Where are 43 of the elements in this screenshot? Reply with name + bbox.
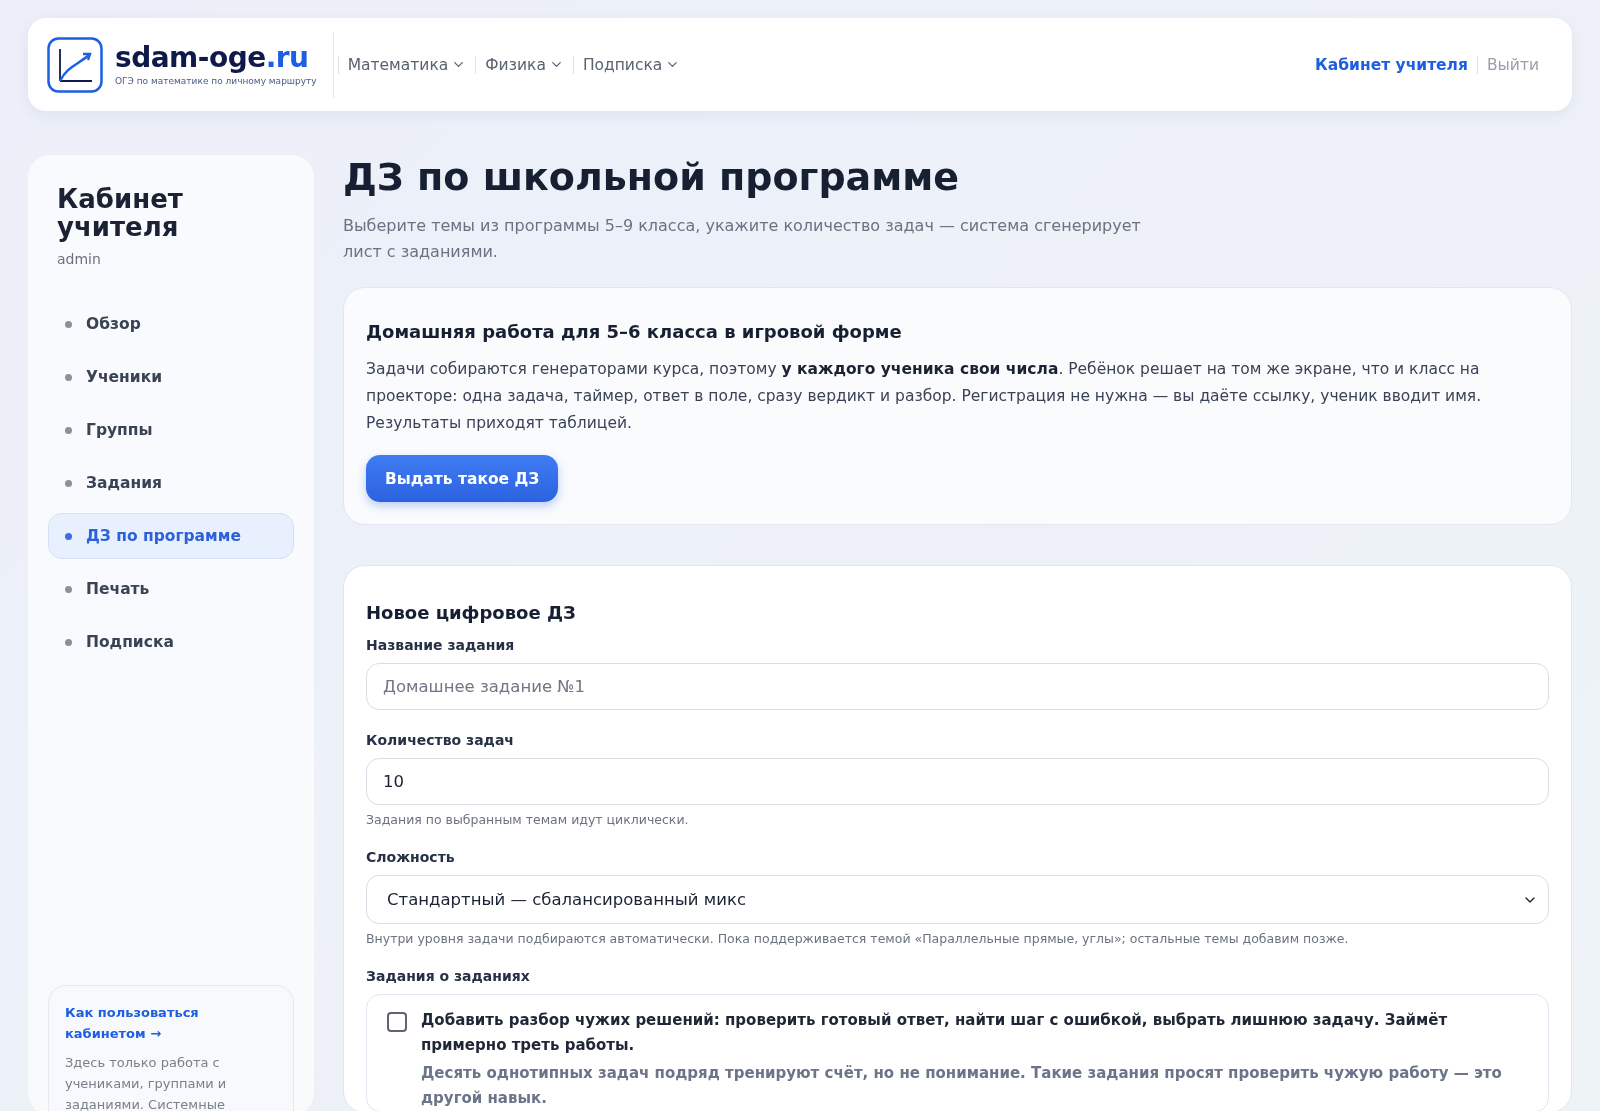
site-tagline: ОГЭ по математике по личному маршруту: [115, 75, 317, 86]
bullet-icon: [65, 373, 72, 381]
nav-menu-link[interactable]: Физика: [475, 55, 573, 74]
help-link[interactable]: Как пользоваться кабинетом →: [65, 1002, 277, 1044]
field-label: Количество задач: [366, 732, 515, 748]
bullet-icon: [65, 320, 72, 328]
sidebar-item[interactable]: Группы: [48, 407, 294, 453]
assign-button[interactable]: Выдать такое ДЗ: [366, 455, 559, 502]
sidebar-title: Кабинет учителя: [56, 185, 184, 241]
nav-menu-link[interactable]: Подписка: [572, 55, 690, 74]
page-title: ДЗ по школьной программе: [343, 155, 961, 199]
bullet-icon: [65, 638, 72, 646]
field-label: Название задания: [366, 637, 516, 653]
site-logo-text[interactable]: sdam-oge.ru: [115, 43, 317, 72]
user-name: admin: [57, 251, 102, 267]
sidebar-item[interactable]: Обзор: [48, 301, 294, 347]
sidebar-item[interactable]: ДЗ по программе: [48, 513, 294, 559]
difficulty-select[interactable]: Стандартный — сбалансированный микс: [366, 875, 1549, 924]
promo-title: Домашняя работа для 5–6 класса в игровой форме: [366, 321, 903, 342]
field-hint: Задания по выбранным темам идут циклически.: [366, 812, 690, 827]
input-field[interactable]: 10: [366, 758, 1549, 805]
sidebar-item[interactable]: Подписка: [48, 619, 294, 665]
chart-logo-icon: [47, 36, 103, 93]
page-subtitle: Выберите темы из программы 5–9 класса, укажите количество задач — система сгенерирует лист с заданиями.: [343, 215, 1142, 263]
checkbox[interactable]: [387, 1012, 407, 1032]
input-field[interactable]: Домашнее задание №1: [366, 663, 1549, 710]
field-label: Сложность: [366, 849, 456, 865]
cabinet-link[interactable]: Кабинет учителя: [1306, 55, 1477, 74]
nav-menu-link[interactable]: Математика: [337, 55, 476, 74]
bullet-icon: [65, 532, 72, 540]
sidebar-item[interactable]: Задания: [48, 460, 294, 506]
option-label: Добавить разбор чужих решений: проверить готовый ответ, найти шаг с ошибкой, выбрать лишнюю задачу. Займёт примерно треть работы.: [421, 1010, 1449, 1056]
section-label: Задания о заданиях: [366, 968, 531, 984]
form-title: Новое цифровое ДЗ: [366, 602, 577, 623]
option-description: Десять однотипных задач подряд тренируют счёт, но не понимание. Такие задания просят проверить чужую работу — это другой навык.: [421, 1063, 1503, 1109]
bullet-icon: [65, 426, 72, 434]
field-hint: Внутри уровня задачи подбираются автоматически. Пока поддерживается темой «Параллельные прямые, углы»; остальные темы добавим позже.: [366, 931, 1350, 946]
bullet-icon: [65, 479, 72, 487]
help-text: Здесь только работа с учениками, группами и заданиями. Системные: [65, 1054, 228, 1111]
bullet-icon: [65, 585, 72, 593]
sidebar-item[interactable]: Печать: [48, 566, 294, 612]
promo-text: Задачи собираются генераторами курса, поэтому у каждого ученика свои числа. Ребёнок решает на том же экране, что и класс на проекторе: одна задача, таймер, ответ в поле, сразу вердикт и разбор. Регистрация не нужна — вы даёте ссылку, ученик вводит имя. Результаты приходят таблицей.: [366, 359, 1483, 434]
sidebar-item[interactable]: Ученики: [48, 354, 294, 400]
